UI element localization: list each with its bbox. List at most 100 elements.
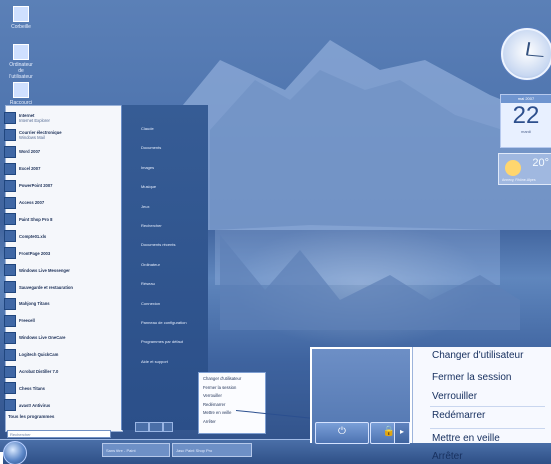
start-menu-places: [121, 105, 208, 430]
power-options-arrow-small[interactable]: [163, 422, 173, 432]
desktop-icon-shortcut[interactable]: Raccourci: [6, 82, 36, 106]
submenu-small-item[interactable]: Mettre en veille: [203, 409, 261, 418]
zoom-item-shutdown[interactable]: Arrêter: [432, 451, 463, 462]
clock-gadget[interactable]: [501, 28, 551, 80]
program-label: Acrobat Distiller 7.0: [19, 369, 59, 374]
all-programs-link[interactable]: Tous les programmes: [8, 414, 54, 419]
program-label: Chess Titans: [19, 385, 45, 391]
program-icon: [4, 145, 16, 158]
power-button-small[interactable]: [135, 422, 149, 432]
desktop-icon-recycle-bin[interactable]: Corbeille: [6, 6, 36, 30]
program-label: Internet Internet Explorer: [19, 113, 50, 123]
user-folder-icon: [13, 44, 29, 60]
start-program-item[interactable]: Windows Live Messenger: [4, 264, 70, 277]
program-icon: [4, 179, 16, 192]
start-program-item[interactable]: Sauvegarde et restauration: [4, 281, 73, 293]
program-label: Windows Live OneCare: [19, 335, 66, 341]
program-icon: [4, 297, 16, 310]
start-place-item[interactable]: Documents: [141, 145, 161, 150]
shutdown-submenu-small: Changer d'utilisateur Fermer la session …: [198, 372, 266, 434]
start-program-item[interactable]: Compte01.xls: [4, 230, 47, 243]
start-program-item[interactable]: FrontPage 2003: [4, 247, 51, 260]
program-label: Courrier électronique Windows Mail: [19, 129, 62, 140]
submenu-small-item[interactable]: Verrouiller: [203, 392, 261, 401]
program-label: PowerPoint 2007: [19, 183, 53, 189]
zoom-divider: [430, 406, 545, 407]
start-program-item[interactable]: Mahjong Titans: [4, 297, 50, 310]
program-label: Windows Live Messenger: [19, 267, 70, 273]
start-place-item[interactable]: Ordinateur: [141, 262, 160, 267]
clock-minute-hand: [526, 54, 544, 57]
start-program-item[interactable]: Freecell: [4, 314, 35, 327]
start-program-item[interactable]: Access 2007: [4, 196, 44, 209]
submenu-small-item[interactable]: Arrêter: [203, 418, 261, 427]
start-place-item[interactable]: Jeux: [141, 204, 149, 209]
start-program-item[interactable]: Courrier électronique Windows Mail: [4, 128, 62, 141]
start-program-item[interactable]: Windows Live OneCare: [4, 331, 66, 344]
taskbar-button-paint[interactable]: Sans titre - Paint: [102, 443, 170, 457]
start-place-item[interactable]: Musique: [141, 184, 156, 189]
program-icon: [4, 162, 16, 175]
start-program-item[interactable]: PowerPoint 2007: [4, 179, 53, 192]
start-program-item[interactable]: Chess Titans: [4, 382, 45, 395]
program-icon: [4, 314, 16, 327]
start-place-item[interactable]: Aide et support: [141, 359, 168, 364]
zoom-item-sleep[interactable]: Mettre en veille: [432, 433, 500, 444]
taskbar-button-paintshop[interactable]: Jasc Paint Shop Pro: [172, 443, 252, 457]
start-program-item[interactable]: Paint Shop Pro 8: [4, 213, 53, 226]
zoom-arrow-button[interactable]: ▸: [394, 422, 410, 444]
corner-marker: [0, 452, 13, 464]
start-place-item[interactable]: Claude: [141, 126, 154, 131]
start-search-input[interactable]: Rechercher: [7, 430, 111, 438]
weather-gadget[interactable]: 20° Annecy, Rhône-Alpes: [498, 153, 551, 185]
screenshot-frame: Corbeille Ordinateur de l'utilisateur Ra…: [0, 0, 551, 464]
weather-city: Annecy, Rhône-Alpes: [502, 178, 536, 182]
program-label: FrontPage 2003: [19, 250, 51, 256]
sun-icon: [505, 160, 521, 176]
start-place-item[interactable]: Images: [141, 165, 154, 170]
start-program-item[interactable]: Word 2007: [4, 145, 41, 158]
program-icon: [4, 281, 16, 293]
program-icon: [4, 365, 16, 378]
zoom-item-lock[interactable]: Verrouiller: [432, 391, 477, 402]
recycle-bin-icon: [13, 6, 29, 22]
submenu-small-item[interactable]: Redémarrer: [203, 401, 261, 410]
program-icon: [4, 382, 16, 395]
start-place-item[interactable]: Connexion: [141, 301, 160, 306]
program-sublabel: Internet Explorer: [19, 118, 50, 123]
calendar-gadget[interactable]: mai 2007 22 mardi: [500, 94, 551, 148]
start-place-item[interactable]: Panneau de configuration: [141, 320, 187, 325]
start-place-item[interactable]: Rechercher: [141, 223, 162, 228]
start-place-item[interactable]: Réseau: [141, 281, 155, 286]
weather-temp: 20°: [532, 157, 549, 169]
program-label: Word 2007: [19, 149, 41, 155]
program-label: avast! Antivirus: [19, 402, 51, 408]
start-place-item[interactable]: Programmes par défaut: [141, 339, 183, 344]
submenu-small-item[interactable]: Fermer la session: [203, 384, 261, 393]
program-icon: [4, 213, 16, 226]
program-label: Compte01.xls: [19, 233, 47, 239]
clock-hour-hand: [526, 42, 531, 56]
zoom-item-restart[interactable]: Redémarrer: [432, 410, 485, 421]
submenu-small-item[interactable]: Changer d'utilisateur: [203, 375, 261, 384]
program-label: Paint Shop Pro 8: [19, 216, 53, 222]
program-label: Mahjong Titans: [19, 301, 50, 307]
start-program-item[interactable]: Acrobat Distiller 7.0: [4, 365, 59, 378]
zoom-power-button[interactable]: ⏻: [315, 422, 369, 444]
desktop-icon-user[interactable]: Ordinateur de l'utilisateur: [6, 44, 36, 80]
zoom-item-switch-user[interactable]: Changer d'utilisateur: [432, 350, 523, 361]
zoom-item-logoff[interactable]: Fermer la session: [432, 372, 511, 383]
program-label: Sauvegarde et restauration: [19, 284, 73, 290]
program-icon: [4, 399, 16, 412]
start-program-item[interactable]: avast! Antivirus: [4, 399, 51, 412]
start-place-item[interactable]: Documents récents: [141, 242, 175, 247]
program-icon: [4, 230, 16, 243]
shortcut-icon: [13, 82, 29, 98]
start-program-item[interactable]: Logitech QuickCam: [4, 348, 59, 361]
program-label: Logitech QuickCam: [19, 352, 59, 358]
lock-button-small[interactable]: [149, 422, 163, 432]
start-program-item[interactable]: Internet Internet Explorer: [4, 112, 50, 124]
start-program-item[interactable]: Excel 2007: [4, 162, 40, 175]
zoom-taskbar: [310, 443, 551, 464]
program-icon: [4, 264, 16, 277]
